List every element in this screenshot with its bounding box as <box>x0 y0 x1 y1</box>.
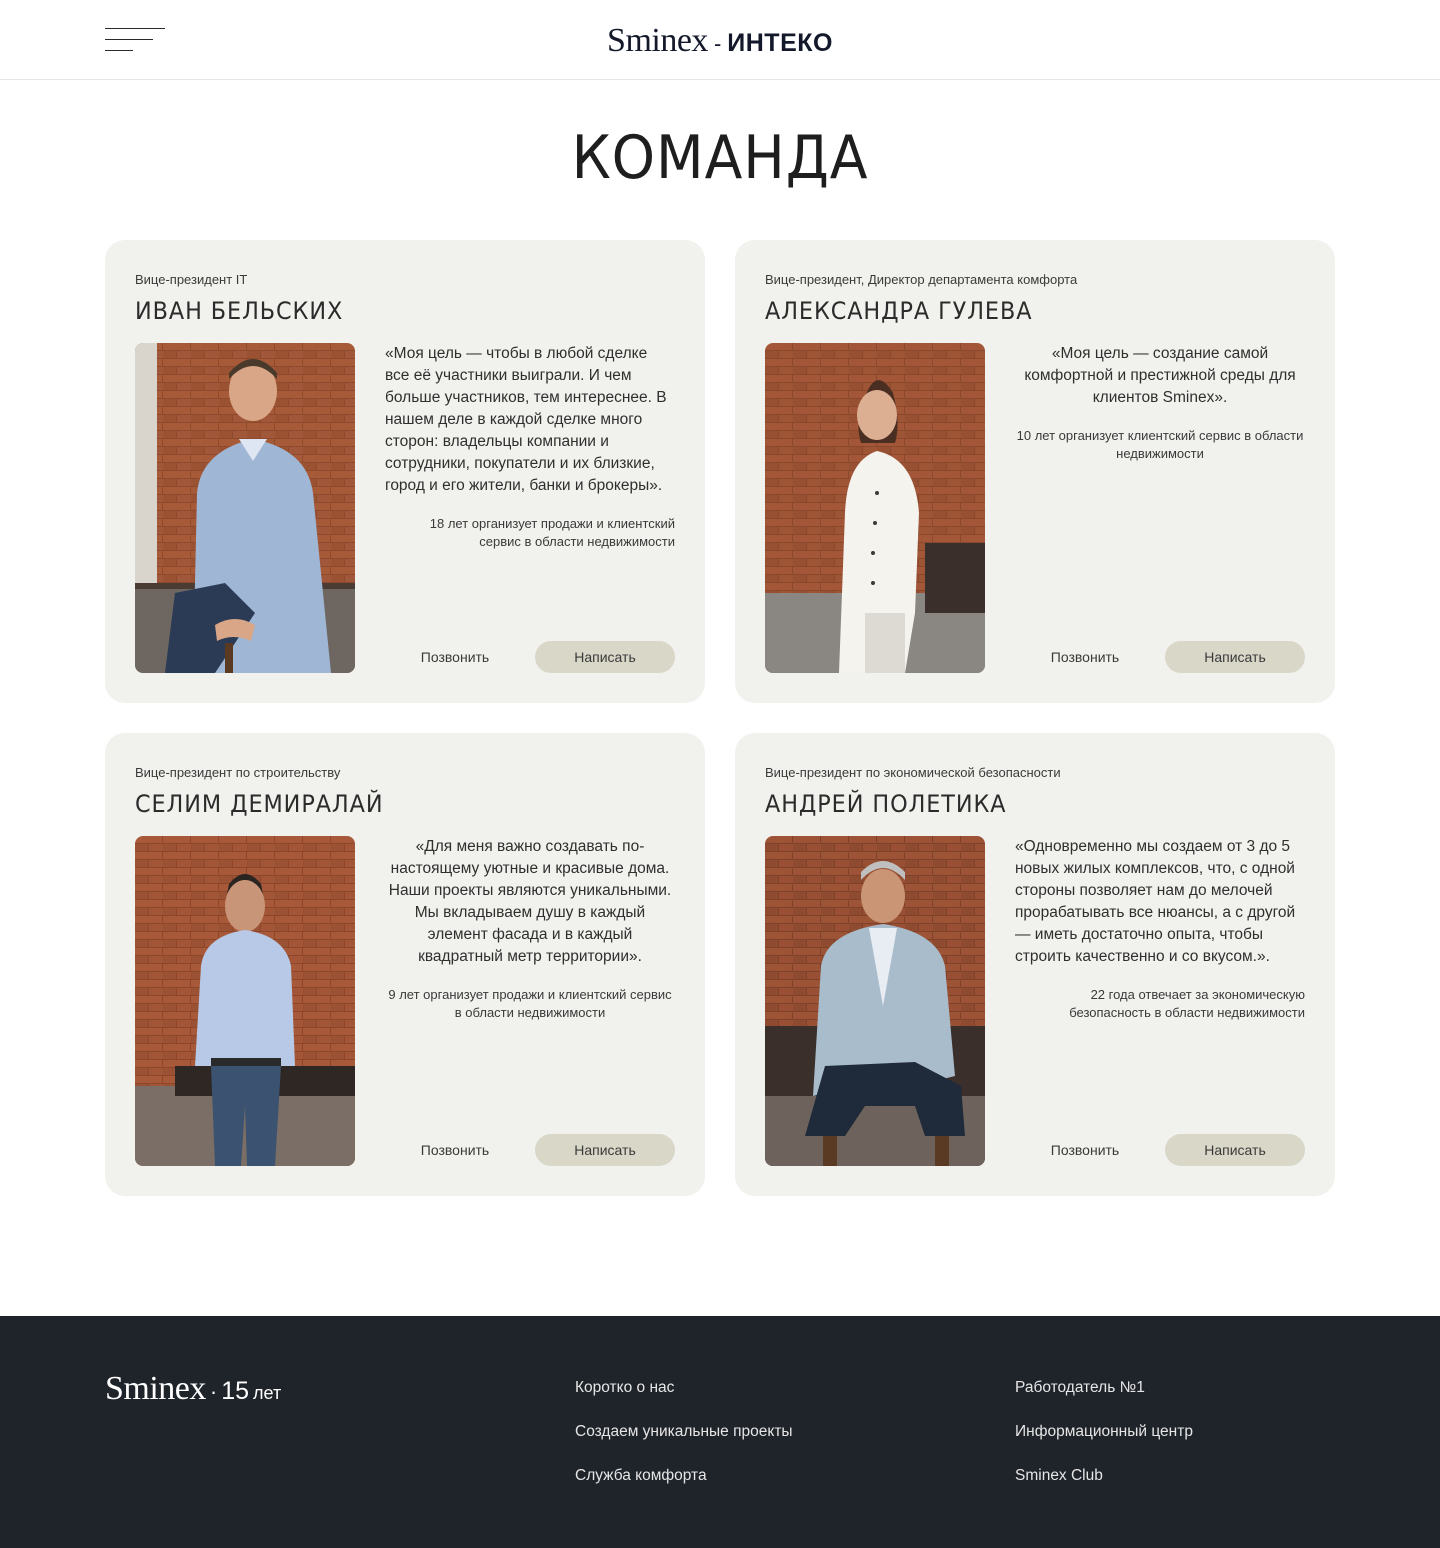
member-photo <box>135 343 355 673</box>
call-button[interactable]: Позвонить <box>1015 641 1155 673</box>
member-name: ИВАН БЕЛЬСКИХ <box>135 297 344 325</box>
page: Sminex - ИНТЕКО КОМАНДА Вице-президент I… <box>0 0 1440 1548</box>
write-button[interactable]: Написать <box>535 1134 675 1166</box>
member-role: Вице-президент, Директор департамента ко… <box>765 272 1078 287</box>
member-name: АЛЕКСАНДРА ГУЛЕВА <box>765 297 1033 325</box>
footer-logo-sminex: Sminex <box>105 1370 206 1407</box>
member-body: «Моя цель — чтобы в любой сделке все её … <box>385 343 675 551</box>
call-button[interactable]: Позвонить <box>385 1134 525 1166</box>
member-photo-image <box>135 343 355 673</box>
member-photo <box>765 836 985 1166</box>
member-quote: «Для меня важно создавать по-настоящему … <box>388 838 672 965</box>
team-card: Вице-президент по экономической безопасн… <box>735 733 1335 1196</box>
member-quote: «Моя цель — чтобы в любой сделке все её … <box>385 345 667 494</box>
member-photo <box>765 343 985 673</box>
footer-link-employer[interactable]: Работодатель №1 <box>1015 1378 1193 1398</box>
member-photo-image <box>765 836 985 1166</box>
site-header: Sminex - ИНТЕКО <box>0 0 1440 80</box>
member-quote: «Моя цель — создание самой комфортной и … <box>1024 345 1296 406</box>
team-grid: Вице-президент IT ИВАН БЕЛЬСКИХ «Моя цел… <box>105 240 1335 1196</box>
menu-line <box>105 28 165 29</box>
call-button[interactable]: Позвонить <box>1015 1134 1155 1166</box>
menu-icon[interactable] <box>105 28 165 54</box>
member-role: Вице-президент IT <box>135 272 248 287</box>
footer-logo-dot: · <box>209 1379 218 1404</box>
logo-separator: - <box>713 31 722 56</box>
write-button[interactable]: Написать <box>1165 1134 1305 1166</box>
member-quote: «Одновременно мы создаем от 3 до 5 новых… <box>1015 838 1296 965</box>
member-experience: 9 лет организует продажи и клиентский се… <box>388 987 672 1020</box>
member-role: Вице-президент по экономической безопасн… <box>765 765 1061 780</box>
member-name: СЕЛИМ ДЕМИРАЛАЙ <box>135 790 384 818</box>
footer-logo[interactable]: Sminex · 15 лет <box>105 1370 281 1408</box>
footer-nav-column-2: Работодатель №1 Информационный центр Smi… <box>1015 1378 1193 1510</box>
member-actions: Позвонить Написать <box>385 641 675 673</box>
member-experience: 18 лет организует продажи и клиентский с… <box>429 516 675 549</box>
site-footer: Sminex · 15 лет Коротко о нас Создаем ун… <box>0 1316 1440 1548</box>
footer-link-projects[interactable]: Создаем уникальные проекты <box>575 1422 793 1442</box>
site-logo[interactable]: Sminex - ИНТЕКО <box>607 22 833 60</box>
member-actions: Позвонить Написать <box>385 1134 675 1166</box>
member-experience: 10 лет организует клиентский сервис в об… <box>1016 428 1304 461</box>
footer-link-comfort-service[interactable]: Служба комфорта <box>575 1466 793 1486</box>
member-body: «Моя цель — создание самой комфортной и … <box>1015 343 1305 463</box>
footer-logo-word: лет <box>253 1383 282 1403</box>
member-actions: Позвонить Написать <box>1015 1134 1305 1166</box>
member-role: Вице-президент по строительству <box>135 765 341 780</box>
footer-nav-column-1: Коротко о нас Создаем уникальные проекты… <box>575 1378 793 1510</box>
member-experience: 22 года отвечает за экономическую безопа… <box>1069 987 1305 1020</box>
logo-sminex-text: Sminex <box>607 22 708 59</box>
call-button[interactable]: Позвонить <box>385 641 525 673</box>
member-body: «Для меня важно создавать по-настоящему … <box>385 836 675 1022</box>
menu-line <box>105 50 133 51</box>
member-photo-image <box>765 343 985 673</box>
footer-link-about[interactable]: Коротко о нас <box>575 1378 793 1398</box>
write-button[interactable]: Написать <box>1165 641 1305 673</box>
page-title: КОМАНДА <box>571 123 869 193</box>
logo-partner-text: ИНТЕКО <box>727 29 833 57</box>
write-button[interactable]: Написать <box>535 641 675 673</box>
member-body: «Одновременно мы создаем от 3 до 5 новых… <box>1015 836 1305 1022</box>
member-actions: Позвонить Написать <box>1015 641 1305 673</box>
footer-link-info-center[interactable]: Информационный центр <box>1015 1422 1193 1442</box>
team-card: Вице-президент по строительству СЕЛИМ ДЕ… <box>105 733 705 1196</box>
menu-line <box>105 39 153 40</box>
member-photo-image <box>135 836 355 1166</box>
footer-link-sminex-club[interactable]: Sminex Club <box>1015 1466 1193 1486</box>
footer-logo-years: 15 <box>221 1377 250 1405</box>
member-name: АНДРЕЙ ПОЛЕТИКА <box>765 790 1007 818</box>
member-photo <box>135 836 355 1166</box>
team-card: Вице-президент, Директор департамента ко… <box>735 240 1335 703</box>
team-card: Вице-президент IT ИВАН БЕЛЬСКИХ «Моя цел… <box>105 240 705 703</box>
